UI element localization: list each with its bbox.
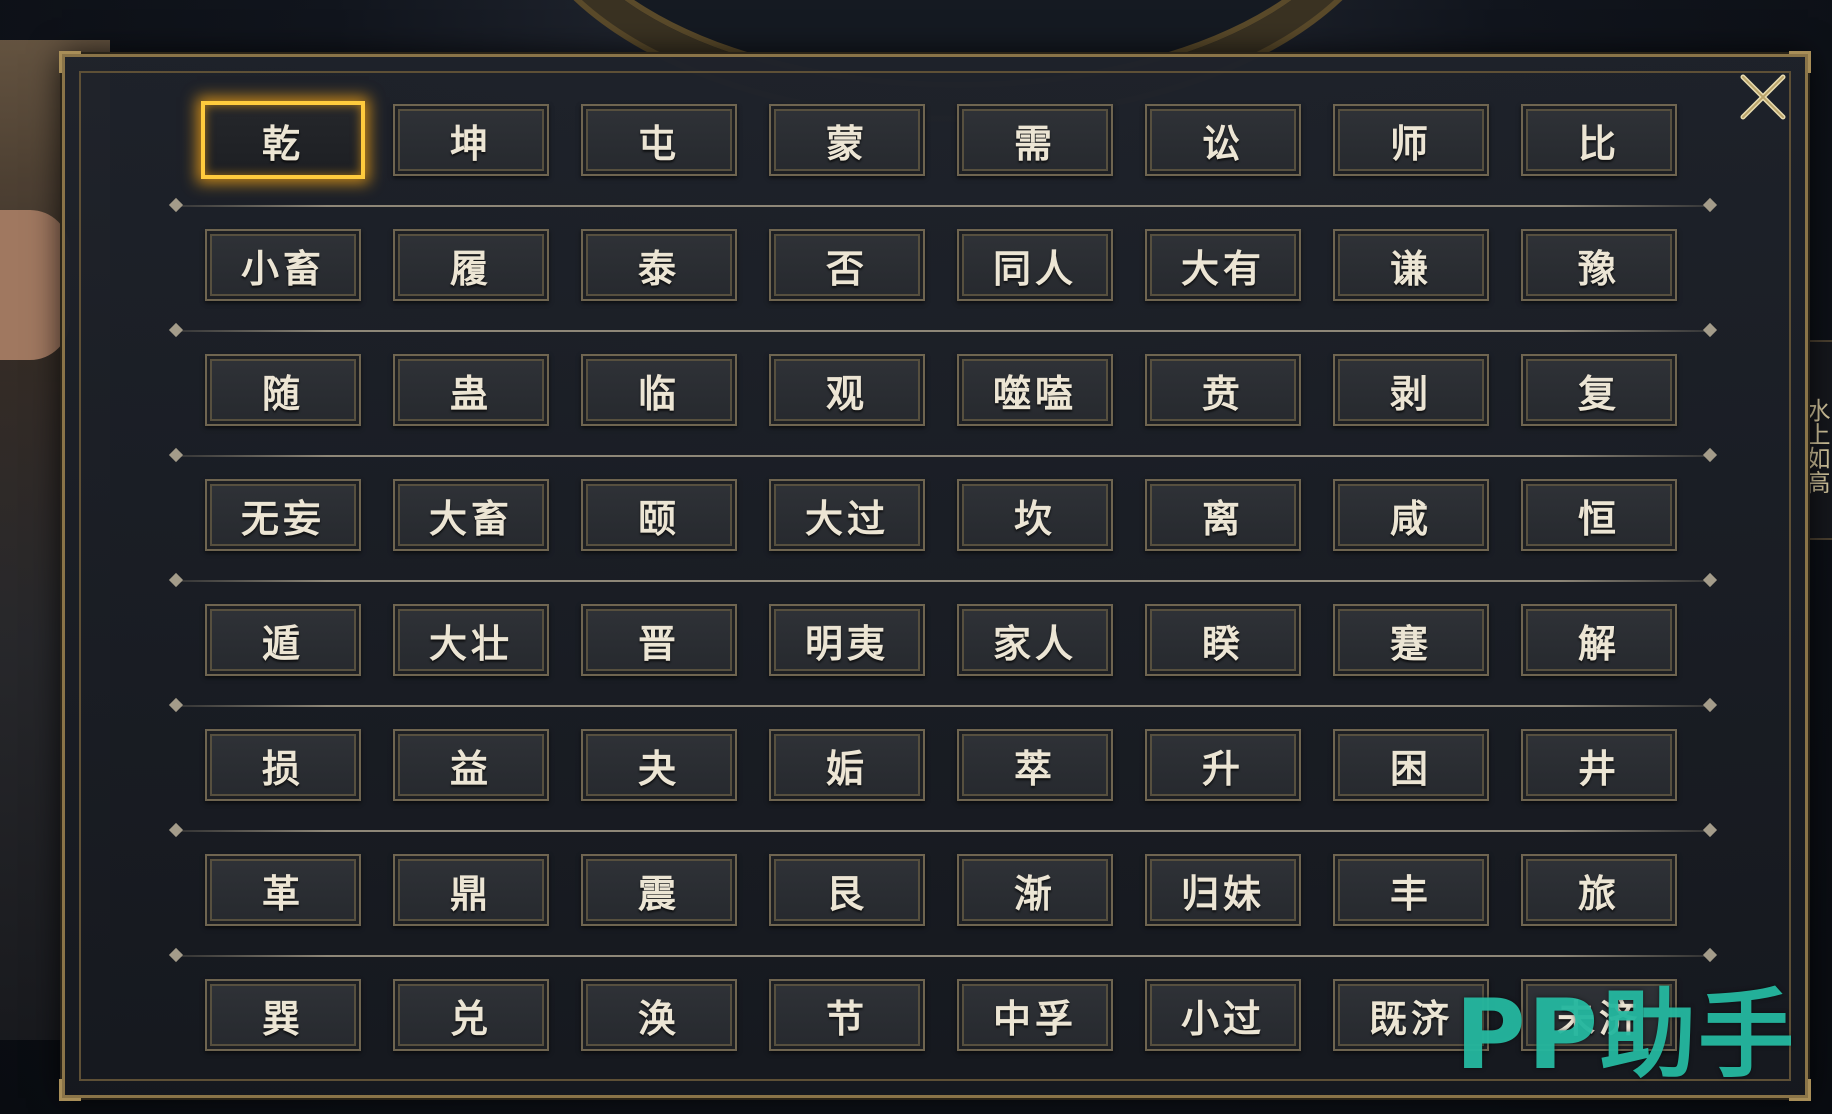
hexagram-button[interactable]: 噬嗑 bbox=[957, 354, 1113, 426]
hexagram-button[interactable]: 明夷 bbox=[769, 604, 925, 676]
hexagram-button[interactable]: 坤 bbox=[393, 104, 549, 176]
hexagram-button[interactable]: 观 bbox=[769, 354, 925, 426]
hexagram-button[interactable]: 艮 bbox=[769, 854, 925, 926]
row-divider bbox=[173, 705, 1713, 707]
hexagram-row: 巽兑涣节中孚 小过 既济 未济 bbox=[205, 979, 1685, 1051]
hexagram-button[interactable]: 贲 bbox=[1145, 354, 1301, 426]
hexagram-button[interactable]: 屯 bbox=[581, 104, 737, 176]
hexagram-button[interactable]: 无妄 bbox=[205, 479, 361, 551]
hexagram-button[interactable]: 家人 bbox=[957, 604, 1113, 676]
hexagram-button[interactable]: 履 bbox=[393, 229, 549, 301]
row-divider bbox=[173, 955, 1713, 957]
hexagram-button[interactable]: 师 bbox=[1333, 104, 1489, 176]
hexagram-button[interactable]: 复 bbox=[1521, 354, 1677, 426]
hexagram-grid: 乾坤屯蒙需讼师比小畜履泰否同人 大有谦豫随蛊临观噬嗑贲剥复无妄 大畜颐大过坎离咸恒遁… bbox=[65, 57, 1805, 1095]
hexagram-button[interactable]: 大过 bbox=[769, 479, 925, 551]
hexagram-button[interactable]: 临 bbox=[581, 354, 737, 426]
row-divider bbox=[173, 580, 1713, 582]
hexagram-button[interactable]: 损 bbox=[205, 729, 361, 801]
hexagram-button[interactable]: 未济 bbox=[1521, 979, 1677, 1051]
hexagram-button[interactable]: 晋 bbox=[581, 604, 737, 676]
hexagram-button[interactable]: 大有 bbox=[1145, 229, 1301, 301]
hexagram-button[interactable]: 坎 bbox=[957, 479, 1113, 551]
hexagram-button[interactable]: 解 bbox=[1521, 604, 1677, 676]
hexagram-button[interactable]: 革 bbox=[205, 854, 361, 926]
hexagram-button[interactable]: 同人 bbox=[957, 229, 1113, 301]
hexagram-button[interactable]: 困 bbox=[1333, 729, 1489, 801]
hexagram-button[interactable]: 泰 bbox=[581, 229, 737, 301]
hexagram-button[interactable]: 离 bbox=[1145, 479, 1301, 551]
hexagram-button[interactable]: 益 bbox=[393, 729, 549, 801]
close-x-icon bbox=[1740, 74, 1786, 120]
hexagram-button[interactable]: 夬 bbox=[581, 729, 737, 801]
character-face bbox=[0, 210, 70, 360]
row-divider bbox=[173, 455, 1713, 457]
hexagram-button[interactable]: 大壮 bbox=[393, 604, 549, 676]
hexagram-button[interactable]: 姤 bbox=[769, 729, 925, 801]
hexagram-button[interactable]: 恒 bbox=[1521, 479, 1677, 551]
hexagram-button[interactable]: 渐 bbox=[957, 854, 1113, 926]
hexagram-button[interactable]: 剥 bbox=[1333, 354, 1489, 426]
hexagram-button[interactable]: 大畜 bbox=[393, 479, 549, 551]
hexagram-button[interactable]: 丰 bbox=[1333, 854, 1489, 926]
hexagram-button[interactable]: 兑 bbox=[393, 979, 549, 1051]
hexagram-button[interactable]: 井 bbox=[1521, 729, 1677, 801]
hexagram-button[interactable]: 讼 bbox=[1145, 104, 1301, 176]
hexagram-row: 革鼎震艮渐归妹丰旅 bbox=[205, 854, 1685, 926]
hexagram-row: 小畜履泰否同人 大有谦豫 bbox=[205, 229, 1685, 301]
hexagram-button[interactable]: 中孚 bbox=[957, 979, 1113, 1051]
side-text-panel: 水上如高 bbox=[1802, 340, 1832, 540]
row-divider bbox=[173, 330, 1713, 332]
hexagram-button[interactable]: 蒙 bbox=[769, 104, 925, 176]
hexagram-button[interactable]: 巽 bbox=[205, 979, 361, 1051]
hexagram-button[interactable]: 谦 bbox=[1333, 229, 1489, 301]
hexagram-button[interactable]: 豫 bbox=[1521, 229, 1677, 301]
row-divider bbox=[173, 830, 1713, 832]
hexagram-button[interactable]: 旅 bbox=[1521, 854, 1677, 926]
hexagram-button[interactable]: 萃 bbox=[957, 729, 1113, 801]
game-screen: 水上如高 乾坤屯蒙需讼师比小畜履泰否同人 大有谦豫随蛊临观噬嗑贲剥复无妄 大畜颐大过… bbox=[0, 0, 1832, 1114]
hexagram-button[interactable]: 比 bbox=[1521, 104, 1677, 176]
hexagram-button[interactable]: 咸 bbox=[1333, 479, 1489, 551]
hexagram-button[interactable]: 随 bbox=[205, 354, 361, 426]
hexagram-button-selected[interactable]: 乾 bbox=[201, 101, 365, 179]
hexagram-selection-dialog: 乾坤屯蒙需讼师比小畜履泰否同人 大有谦豫随蛊临观噬嗑贲剥复无妄 大畜颐大过坎离咸恒遁… bbox=[59, 51, 1811, 1101]
hexagram-button[interactable]: 震 bbox=[581, 854, 737, 926]
hexagram-button[interactable]: 遁 bbox=[205, 604, 361, 676]
hexagram-row: 无妄 大畜颐大过坎离咸恒 bbox=[205, 479, 1685, 551]
hexagram-button[interactable]: 小过 bbox=[1145, 979, 1301, 1051]
hexagram-button[interactable]: 归妹 bbox=[1145, 854, 1301, 926]
hexagram-button[interactable]: 小畜 bbox=[205, 229, 361, 301]
close-button[interactable] bbox=[1733, 67, 1793, 127]
hexagram-row: 遁大壮晋明夷 家人睽蹇解 bbox=[205, 604, 1685, 676]
hexagram-row: 乾坤屯蒙需讼师比 bbox=[201, 101, 1685, 179]
hexagram-button[interactable]: 睽 bbox=[1145, 604, 1301, 676]
hexagram-button[interactable]: 涣 bbox=[581, 979, 737, 1051]
hexagram-row: 损益夬姤萃升困井 bbox=[205, 729, 1685, 801]
hexagram-button[interactable]: 蛊 bbox=[393, 354, 549, 426]
hexagram-button[interactable]: 节 bbox=[769, 979, 925, 1051]
hexagram-button[interactable]: 蹇 bbox=[1333, 604, 1489, 676]
hexagram-row: 随蛊临观噬嗑贲剥复 bbox=[205, 354, 1685, 426]
hexagram-button[interactable]: 否 bbox=[769, 229, 925, 301]
hexagram-button[interactable]: 鼎 bbox=[393, 854, 549, 926]
row-divider bbox=[173, 205, 1713, 207]
hexagram-button[interactable]: 需 bbox=[957, 104, 1113, 176]
hexagram-button[interactable]: 颐 bbox=[581, 479, 737, 551]
hexagram-button[interactable]: 升 bbox=[1145, 729, 1301, 801]
hexagram-button[interactable]: 既济 bbox=[1333, 979, 1489, 1051]
